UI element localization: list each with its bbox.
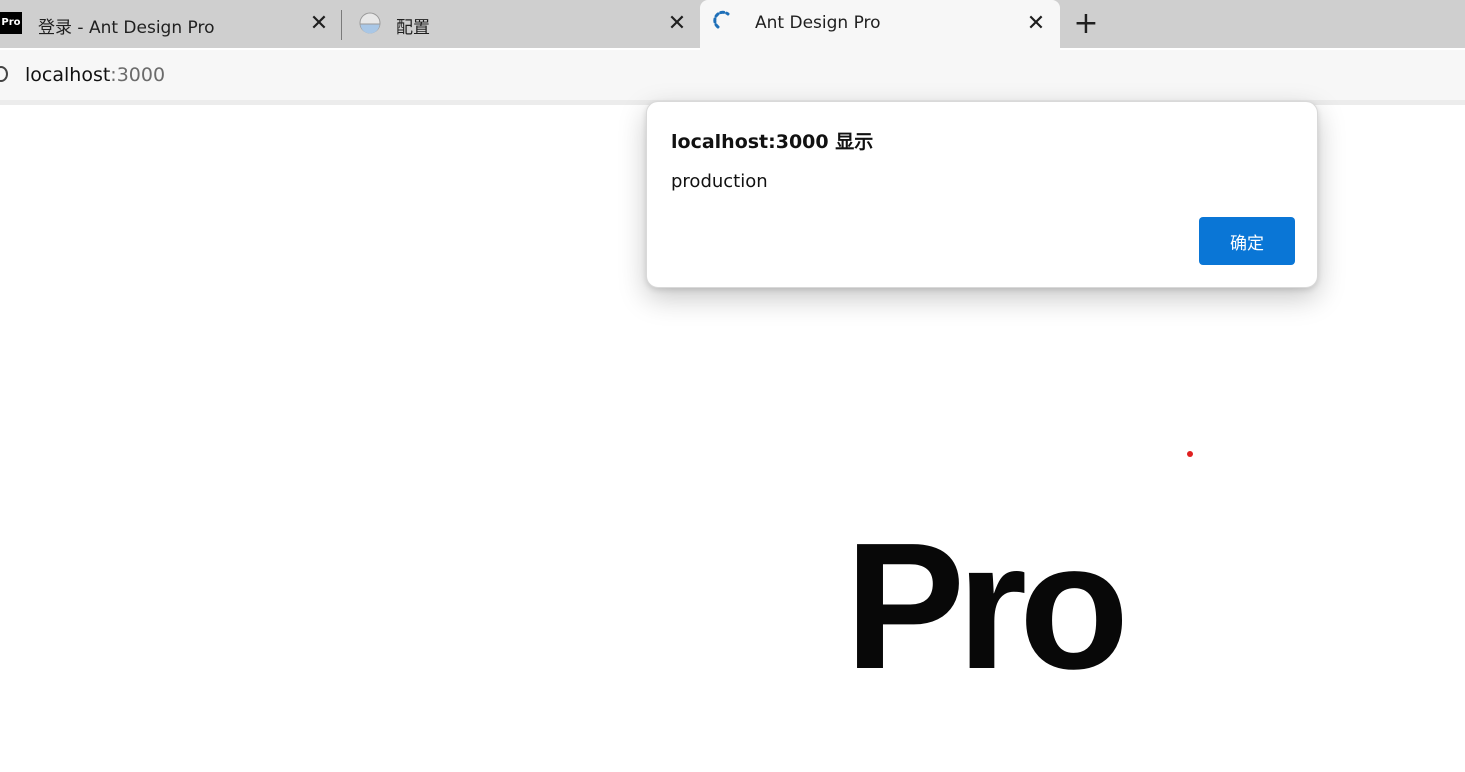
address-port: :3000	[110, 64, 166, 86]
tab-login[interactable]: Pro 登录 - Ant Design Pro ✕	[0, 0, 340, 48]
new-tab-button[interactable]: +	[1072, 9, 1100, 39]
close-icon[interactable]: ✕	[309, 13, 329, 35]
address-bar[interactable]: localhost:3000	[25, 64, 165, 86]
tab-strip: Pro 登录 - Ant Design Pro ✕ 配置 ✕ Ant Desig…	[0, 0, 1465, 50]
close-icon[interactable]: ✕	[1026, 13, 1046, 35]
ok-button[interactable]: 确定	[1199, 217, 1295, 265]
loading-spinner-icon	[713, 10, 730, 29]
tab-title: 配置	[396, 18, 430, 38]
tab-config[interactable]: 配置 ✕	[343, 0, 698, 48]
alert-dialog: localhost:3000 显示 production 确定	[646, 101, 1318, 288]
tab-title: 登录 - Ant Design Pro	[38, 18, 215, 38]
tab-ant-design-pro[interactable]: Ant Design Pro ✕	[700, 0, 1060, 50]
pro-logo-icon: Pro	[0, 12, 22, 34]
dialog-title: localhost:3000 显示	[671, 131, 874, 153]
close-icon[interactable]: ✕	[667, 13, 687, 35]
pro-logo-text: Pro	[845, 506, 1129, 707]
tab-separator	[341, 10, 342, 40]
dialog-message: production	[671, 171, 768, 192]
tab-title: Ant Design Pro	[755, 13, 881, 33]
site-info-icon[interactable]	[0, 66, 8, 82]
red-dot	[1187, 451, 1193, 457]
browser-toolbar: localhost:3000	[0, 50, 1465, 100]
globe-icon	[359, 12, 381, 34]
address-host: localhost	[25, 64, 111, 86]
